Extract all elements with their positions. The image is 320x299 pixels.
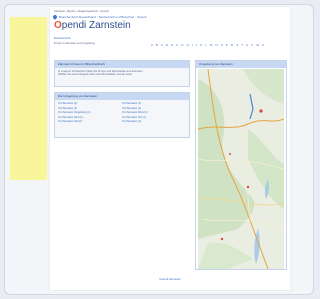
place-link[interactable]: Ort Zarnstein (1) bbox=[122, 107, 186, 110]
place-link[interactable]: Ort Zarnstein Ost (1) bbox=[122, 116, 186, 119]
window-frame: Startseite › Bayern › Regierungsbezirk ›… bbox=[4, 4, 314, 295]
yellow-sidebar-panel bbox=[10, 17, 47, 180]
intro-text-2: Wählen Sie eine Kategorie oder einen Buc… bbox=[58, 73, 133, 76]
map-pin-icon bbox=[52, 14, 58, 20]
map-graphic bbox=[198, 69, 284, 269]
surroundings-box-heading: Die Umgebung von Zarnstein bbox=[55, 93, 189, 100]
place-link[interactable]: Ort Zarnstein Süd (1) bbox=[58, 120, 122, 123]
title-text: pendi Zarnstein bbox=[61, 20, 131, 31]
place-link[interactable]: Ort Zarnstein Nord (1) bbox=[58, 116, 122, 119]
place-link[interactable]: Ort Zarnstein (1) bbox=[58, 102, 122, 105]
breadcrumb[interactable]: Startseite › Bayern › Regierungsbezirk ›… bbox=[54, 10, 254, 13]
intro-box-heading: Zarnstein Firmen im Branchenbuch bbox=[55, 61, 189, 68]
place-link[interactable]: Ort Zarnstein (1) bbox=[122, 102, 186, 105]
place-link[interactable]: Ort Zarnstein (1) bbox=[122, 120, 186, 123]
surroundings-box: Die Umgebung von Zarnstein Ort Zarnstein… bbox=[54, 92, 190, 138]
place-link[interactable]: Ort Zarnstein West (1) bbox=[122, 111, 186, 114]
site-logo-line[interactable]: Branchenbuch Deutschland · Telefonbuch u… bbox=[52, 14, 253, 20]
logo-text: Branchenbuch Deutschland · Telefonbuch u… bbox=[59, 15, 147, 19]
title-logo-letter: O bbox=[54, 20, 62, 31]
web-page: Startseite › Bayern › Regierungsbezirk ›… bbox=[50, 7, 290, 290]
subheading-link[interactable]: Branchenbuch bbox=[54, 37, 134, 40]
intro-box: Zarnstein Firmen im Branchenbuch In unse… bbox=[54, 60, 190, 87]
place-link[interactable]: Ort Zarnstein (1) bbox=[58, 107, 122, 110]
place-link[interactable]: Ort Zarnstein Umgebung (1) bbox=[58, 111, 122, 114]
map-box-heading: Umgebung von Zarnstein bbox=[196, 61, 286, 68]
subline-text: Firmen in Zarnstein und Umgebung bbox=[54, 42, 95, 45]
alphabet-index[interactable]: A B C D E F G H I J K L M N O P R S T U … bbox=[151, 43, 289, 47]
map-box: Umgebung von Zarnstein bbox=[195, 60, 287, 270]
page-title: Opendi Zarnstein bbox=[54, 21, 131, 31]
footer-link[interactable]: Opendi Zarnstein bbox=[50, 277, 290, 281]
area-map[interactable] bbox=[198, 69, 284, 269]
